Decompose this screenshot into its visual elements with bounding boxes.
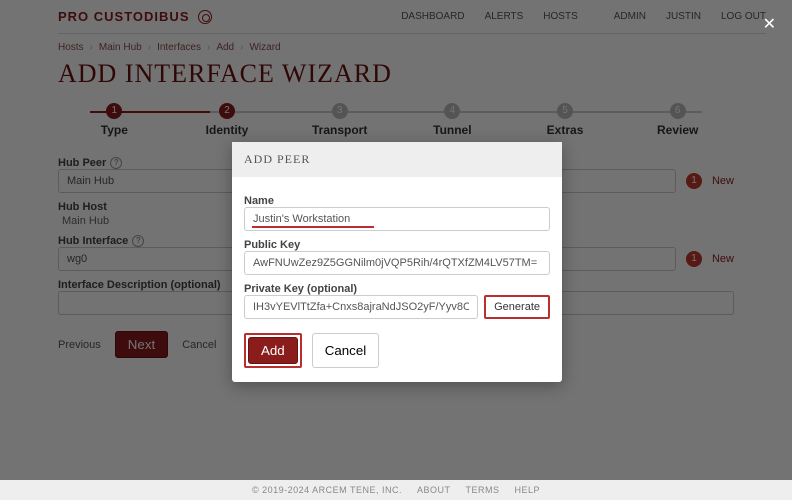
modal-cancel-button[interactable]: Cancel xyxy=(312,333,380,368)
footer-about[interactable]: ABOUT xyxy=(417,485,451,495)
footer-help[interactable]: HELP xyxy=(515,485,541,495)
modal-overlay[interactable]: ✕ ADD PEER Name Public Key Private Key (… xyxy=(0,0,792,500)
add-peer-modal: ADD PEER Name Public Key Private Key (op… xyxy=(232,142,562,382)
peer-name-input[interactable] xyxy=(244,207,550,231)
private-key-input[interactable] xyxy=(244,295,478,319)
public-key-input[interactable] xyxy=(244,251,550,275)
modal-title: ADD PEER xyxy=(232,142,562,177)
add-button[interactable]: Add xyxy=(248,337,298,364)
public-key-label: Public Key xyxy=(244,239,550,251)
footer-copyright: © 2019-2024 ARCEM TENE, INC. xyxy=(252,485,402,495)
peer-name-label: Name xyxy=(244,195,550,207)
close-icon[interactable]: ✕ xyxy=(763,14,776,34)
footer-terms[interactable]: TERMS xyxy=(466,485,500,495)
generate-button[interactable]: Generate xyxy=(484,295,550,319)
footer: © 2019-2024 ARCEM TENE, INC. ABOUT TERMS… xyxy=(0,480,792,500)
private-key-label: Private Key (optional) xyxy=(244,283,550,295)
